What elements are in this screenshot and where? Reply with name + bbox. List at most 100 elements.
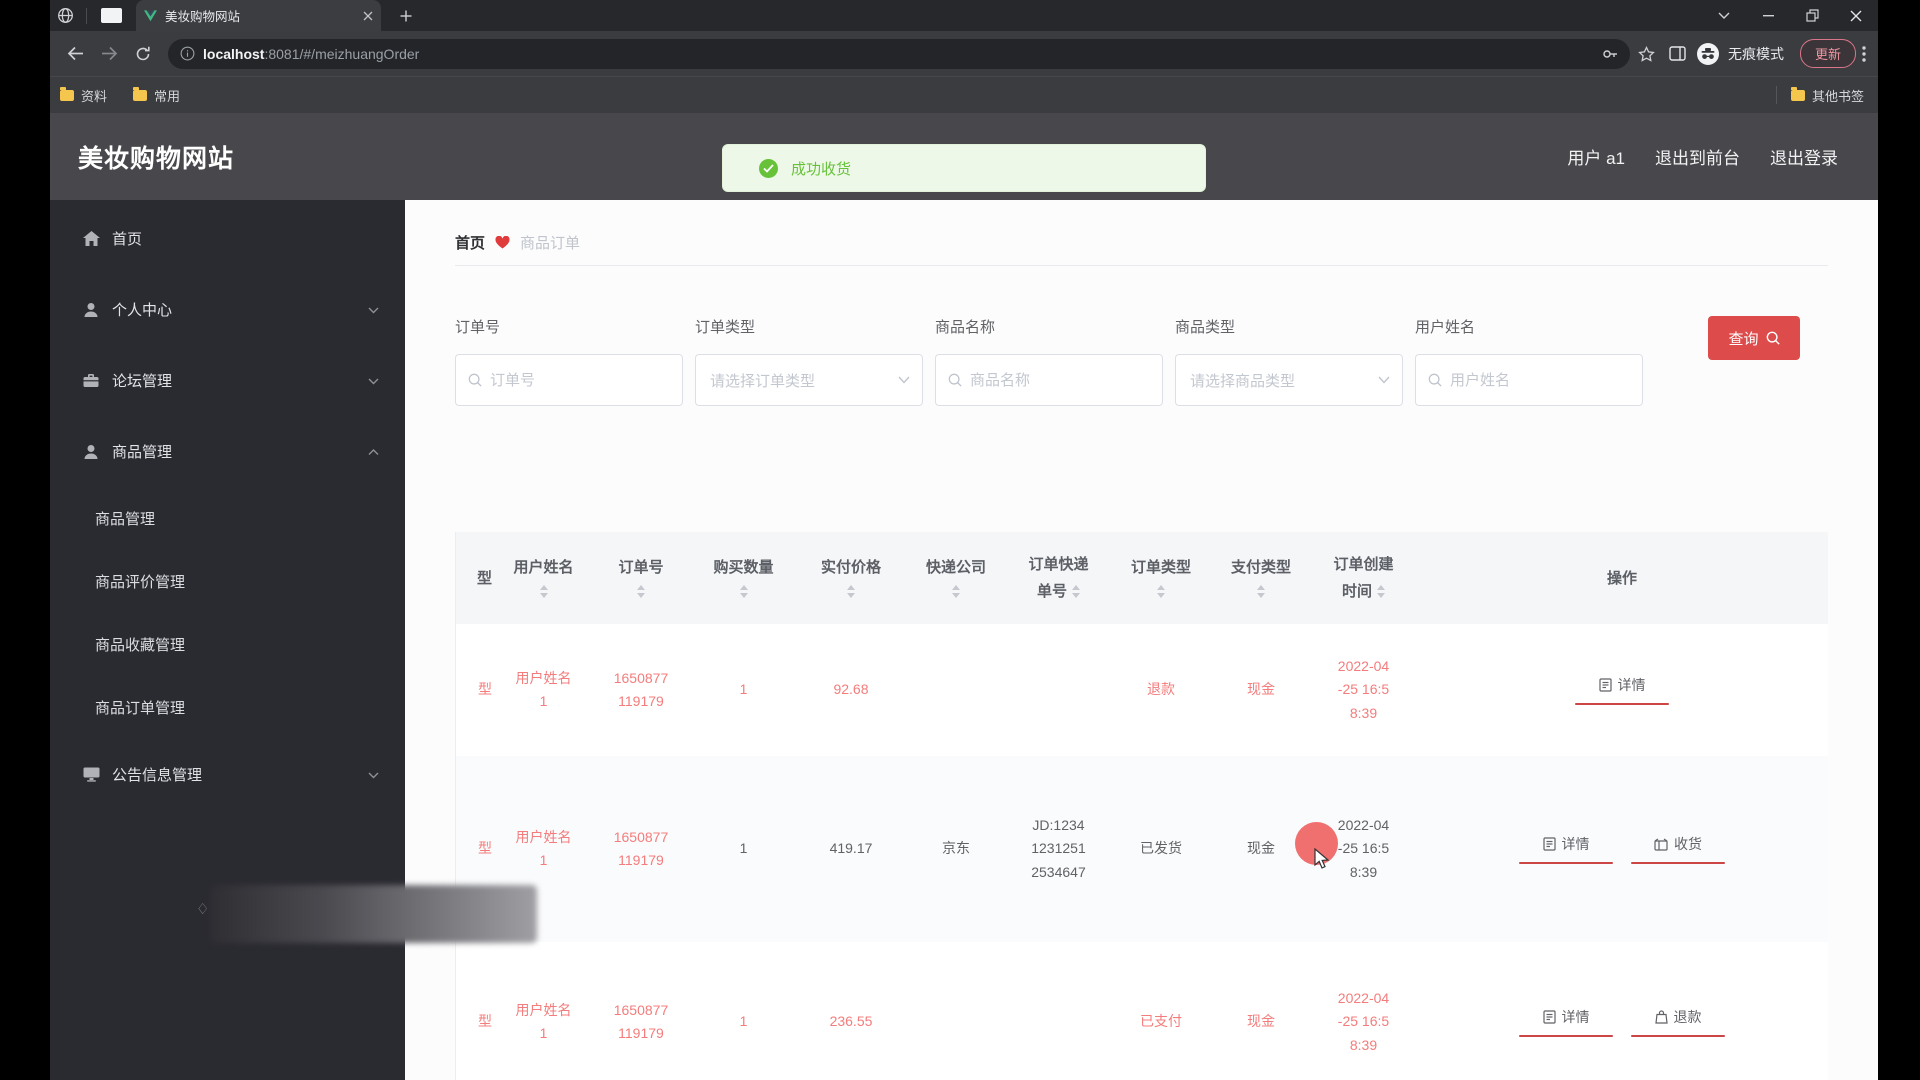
document-icon xyxy=(1543,837,1556,851)
select-placeholder: 请选择商品类型 xyxy=(1190,370,1378,391)
minimize-icon[interactable] xyxy=(1746,0,1790,31)
sidebar: 首页 个人中心 论坛管理 xyxy=(50,200,405,1080)
briefcase-icon xyxy=(82,373,100,388)
query-button-label: 查询 xyxy=(1728,328,1758,349)
detail-button[interactable]: 详情 xyxy=(1519,1007,1613,1037)
button-underline xyxy=(1631,1035,1725,1037)
globe-icon[interactable] xyxy=(50,0,80,31)
monitor-icon xyxy=(82,767,100,782)
sidebar-sub-goods-manage[interactable]: 商品管理 xyxy=(50,487,405,550)
sort-caret-icon[interactable] xyxy=(1257,585,1265,598)
reload-icon[interactable] xyxy=(126,37,160,71)
column-header: 快递公司 xyxy=(926,554,986,581)
sidebar-item-home[interactable]: 首页 xyxy=(50,203,405,274)
cell-user: 用户姓名 1 xyxy=(496,999,591,1045)
bookmark-label: 其他书签 xyxy=(1812,86,1864,105)
detail-button[interactable]: 详情 xyxy=(1519,834,1613,864)
menu-dots-icon[interactable] xyxy=(1862,46,1866,62)
update-button[interactable]: 更新 xyxy=(1800,39,1856,68)
detail-button[interactable]: 详情 xyxy=(1575,675,1669,705)
forward-icon[interactable] xyxy=(92,37,126,71)
exit-to-front-link[interactable]: 退出到前台 xyxy=(1655,144,1740,169)
close-tab-icon[interactable] xyxy=(363,11,373,21)
sidebar-item-personal[interactable]: 个人中心 xyxy=(50,274,405,345)
pinned-tab[interactable] xyxy=(101,8,122,23)
logout-link[interactable]: 退出登录 xyxy=(1770,144,1838,169)
breadcrumb-home[interactable]: 首页 xyxy=(455,232,485,253)
bookmark-label: 资料 xyxy=(81,86,107,105)
tab-separator xyxy=(86,8,87,24)
cell-type: 型 xyxy=(456,1010,496,1033)
back-icon[interactable] xyxy=(58,37,92,71)
cell-user: 用户姓名 1 xyxy=(496,667,591,713)
tab-search-icon[interactable] xyxy=(1702,0,1746,31)
sidebar-sub-goods-order[interactable]: 商品订单管理 xyxy=(50,676,405,739)
cell-created: 2022-04 -25 16:5 8:39 xyxy=(1311,655,1416,724)
sidebar-item-label: 商品管理 xyxy=(112,441,172,462)
cell-created: 2022-04 -25 16:5 8:39 xyxy=(1311,987,1416,1056)
url-text[interactable]: localhost:8081/#/meizhuangOrder xyxy=(203,46,1602,62)
other-bookmarks[interactable]: 其他书签 xyxy=(1791,86,1864,105)
receive-button[interactable]: 收货 xyxy=(1631,834,1725,864)
sidebar-sub-goods-review[interactable]: 商品评价管理 xyxy=(50,550,405,613)
address-bar[interactable]: localhost:8081/#/meizhuangOrder xyxy=(168,39,1630,69)
sort-caret-icon[interactable] xyxy=(1072,585,1080,598)
action-label: 详情 xyxy=(1618,675,1646,695)
order-no-input[interactable] xyxy=(490,372,670,389)
sort-caret-icon[interactable] xyxy=(1377,585,1385,598)
breadcrumb-current: 商品订单 xyxy=(520,232,580,253)
query-button[interactable]: 查询 xyxy=(1708,316,1800,360)
info-icon[interactable] xyxy=(180,46,195,61)
goods-name-input[interactable] xyxy=(970,372,1150,389)
key-icon[interactable] xyxy=(1602,46,1618,62)
bookmark-folder-changyong[interactable]: 常用 xyxy=(133,86,180,105)
user-icon xyxy=(82,302,100,318)
filter-user-name: 用户姓名 xyxy=(1415,316,1643,406)
main-area: 首页 个人中心 论坛管理 xyxy=(50,200,1878,1080)
sort-caret-icon[interactable] xyxy=(952,585,960,598)
order-type-select[interactable]: 请选择订单类型 xyxy=(695,354,923,406)
refund-button[interactable]: 退款 xyxy=(1631,1007,1725,1037)
sidebar-sub-goods-favorite[interactable]: 商品收藏管理 xyxy=(50,613,405,676)
browser-tab[interactable]: 美妆购物网站 xyxy=(136,0,381,31)
cell-price: 236.55 xyxy=(796,1010,906,1033)
sort-caret-icon[interactable] xyxy=(637,585,645,598)
close-window-icon[interactable] xyxy=(1834,0,1878,31)
tab-strip: 美妆购物网站 xyxy=(50,0,1878,31)
sidebar-item-notice[interactable]: 公告信息管理 xyxy=(50,739,405,810)
sort-caret-icon[interactable] xyxy=(847,585,855,598)
filter-order-no: 订单号 xyxy=(455,316,683,406)
home-icon xyxy=(82,231,100,247)
action-label: 详情 xyxy=(1562,834,1590,854)
sort-caret-icon[interactable] xyxy=(1157,585,1165,598)
side-panel-icon[interactable] xyxy=(1669,46,1686,61)
star-icon[interactable] xyxy=(1638,46,1655,62)
user-name-input[interactable] xyxy=(1450,372,1630,389)
url-path: :8081/#/meizhuangOrder xyxy=(264,46,419,62)
sidebar-item-goods[interactable]: 商品管理 xyxy=(50,416,405,487)
current-user[interactable]: 用户 a1 xyxy=(1567,144,1625,169)
browser-toolbar: localhost:8081/#/meizhuangOrder 无痕模式 更新 xyxy=(50,31,1878,76)
incognito-badge: 无痕模式 xyxy=(1696,42,1784,66)
chevron-down-icon xyxy=(1378,376,1390,384)
table-header-row: 型 用户姓名 订单号 购买数量 实付价格 快递公司 订单快递 单号 订单类型 xyxy=(456,532,1828,624)
chevron-down-icon xyxy=(368,766,379,784)
chevron-down-icon xyxy=(368,301,379,319)
sort-caret-icon[interactable] xyxy=(540,585,548,598)
column-header: 用户姓名 xyxy=(513,554,573,581)
cursor-icon xyxy=(1313,848,1333,870)
restore-icon[interactable] xyxy=(1790,0,1834,31)
bookmark-folder-ziliao[interactable]: 资料 xyxy=(60,86,107,105)
search-icon xyxy=(948,373,962,387)
cell-price: 92.68 xyxy=(796,678,906,701)
column-header: 时间 xyxy=(1342,578,1372,605)
goods-type-select[interactable]: 请选择商品类型 xyxy=(1175,354,1403,406)
sidebar-item-forum[interactable]: 论坛管理 xyxy=(50,345,405,416)
sort-caret-icon[interactable] xyxy=(740,585,748,598)
column-header: 订单号 xyxy=(618,554,663,581)
url-host: localhost xyxy=(203,46,264,62)
new-tab-icon[interactable] xyxy=(391,0,421,31)
button-underline xyxy=(1519,1035,1613,1037)
column-header: 订单快递 xyxy=(1028,551,1088,578)
filter-label: 商品名称 xyxy=(935,316,1163,336)
